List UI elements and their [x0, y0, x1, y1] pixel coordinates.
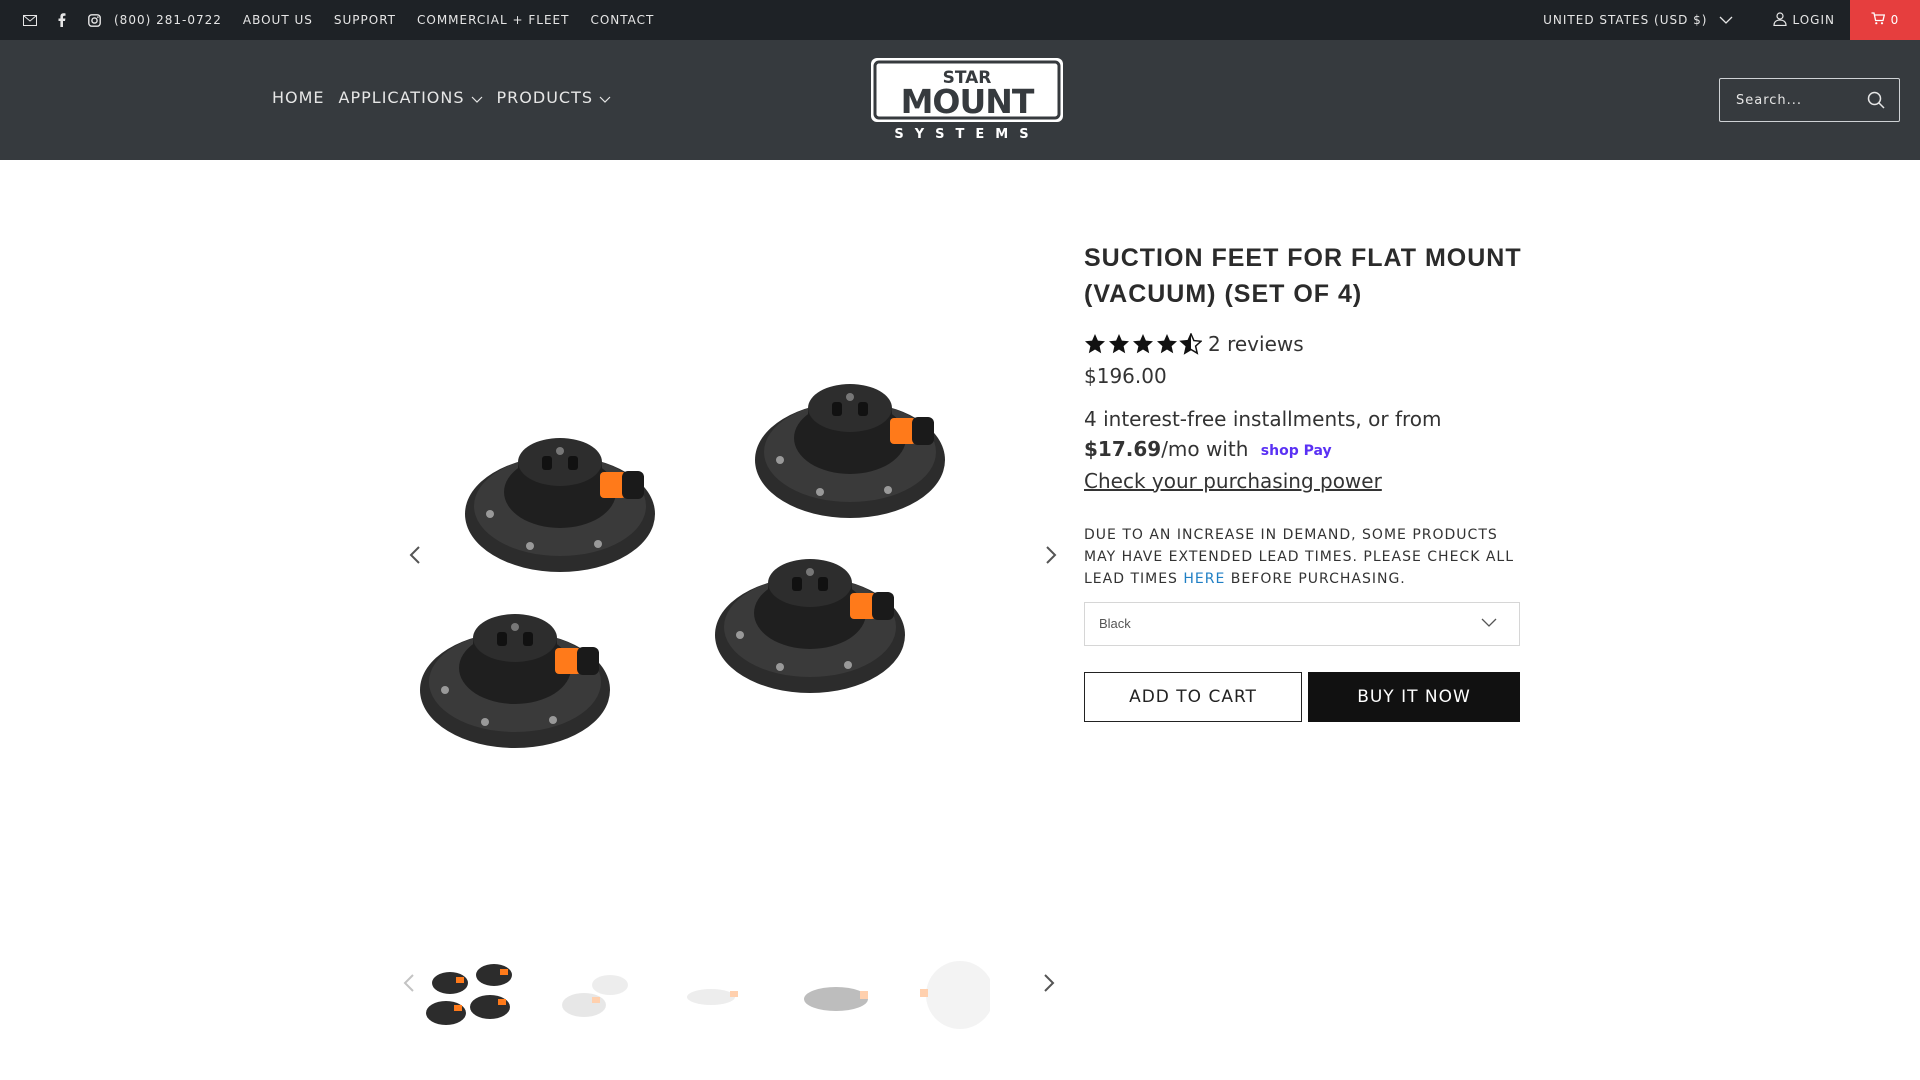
cart-button[interactable]: 0: [1850, 0, 1920, 40]
nav-item-applications[interactable]: APPLICATIONS: [339, 88, 483, 107]
lead-times-link[interactable]: HERE: [1183, 571, 1225, 587]
login-link[interactable]: LOGIN: [1773, 11, 1835, 29]
thumbnail-prev-arrow[interactable]: [394, 963, 424, 1003]
thumbnail-image[interactable]: [544, 950, 644, 1040]
instagram-icon[interactable]: [78, 13, 110, 27]
top-bar: (800) 281-0722 ABOUT US SUPPORT COMMERCI…: [0, 0, 1920, 40]
about-us-link[interactable]: ABOUT US: [243, 13, 313, 27]
product-info: SUCTION FEET FOR FLAT MOUNT (VACUUM) (SE…: [1084, 240, 1522, 722]
commercial-fleet-link[interactable]: COMMERCIAL + FLEET: [417, 13, 569, 27]
nav-item-label: HOME: [272, 88, 325, 107]
chevron-down-icon: [599, 88, 611, 107]
main-header: HOME APPLICATIONS PRODUCTS STAR MOUNT SY…: [0, 40, 1920, 160]
installments-line: 4 interest-free installments, or from: [1084, 407, 1442, 431]
thumbnail-image[interactable]: [666, 950, 766, 1040]
product-image: [420, 384, 945, 748]
variant-select[interactable]: Black: [1084, 601, 1520, 646]
main-nav: HOME APPLICATIONS PRODUCTS: [272, 88, 625, 107]
search-box[interactable]: [1719, 78, 1900, 122]
nav-item-products[interactable]: PRODUCTS: [497, 88, 612, 107]
shop-pay-logo: shop Pay: [1260, 442, 1332, 459]
support-link[interactable]: SUPPORT: [334, 13, 396, 27]
social-links: [14, 13, 110, 27]
thumbnail-image[interactable]: [422, 950, 522, 1040]
installment-per: /mo with: [1161, 437, 1249, 461]
site-logo[interactable]: STAR MOUNT SYSTEMS: [869, 56, 1065, 142]
gallery-prev-arrow[interactable]: [400, 535, 430, 575]
product-price: $196.00: [1084, 364, 1167, 388]
cart-count: 0: [1890, 13, 1900, 27]
purchasing-power-link[interactable]: Check your purchasing power: [1084, 466, 1522, 496]
currency-selector[interactable]: UNITED STATES (USD $): [1543, 13, 1733, 27]
contact-link[interactable]: CONTACT: [590, 13, 654, 27]
installments-info: 4 interest-free installments, or from $1…: [1084, 404, 1522, 496]
gallery-next-arrow[interactable]: [1036, 535, 1066, 575]
login-label: LOGIN: [1792, 13, 1835, 27]
currency-label: UNITED STATES (USD $): [1543, 13, 1708, 27]
nav-item-label: PRODUCTS: [496, 88, 594, 107]
thumbnail-image[interactable]: [910, 950, 990, 1040]
product-rating[interactable]: 2 reviews: [1084, 332, 1522, 356]
add-to-cart-button[interactable]: ADD TO CART: [1084, 671, 1302, 722]
product-title: SUCTION FEET FOR FLAT MOUNT (VACUUM) (SE…: [1084, 244, 1522, 308]
nav-item-label: APPLICATIONS: [338, 88, 465, 107]
phone-link[interactable]: (800) 281-0722: [114, 13, 222, 27]
star-rating: [1084, 333, 1202, 355]
search-icon[interactable]: [1867, 91, 1885, 113]
chevron-down-icon: [1481, 615, 1497, 630]
search-input[interactable]: [1736, 92, 1856, 108]
lead-time-notice: DUE TO AN INCREASE IN DEMAND, SOME PRODU…: [1084, 524, 1522, 590]
installment-amount: $17.69: [1084, 437, 1162, 461]
user-icon: [1773, 11, 1788, 29]
top-links: (800) 281-0722 ABOUT US SUPPORT COMMERCI…: [114, 13, 675, 27]
facebook-icon[interactable]: [46, 13, 78, 27]
thumbnail-strip: [400, 935, 1065, 1055]
nav-item-home[interactable]: HOME: [272, 88, 325, 107]
chevron-down-icon: [471, 88, 483, 107]
buy-it-now-button[interactable]: BUY IT NOW: [1308, 671, 1520, 722]
thumbnail-next-arrow[interactable]: [1034, 963, 1064, 1003]
svg-text:SYSTEMS: SYSTEMS: [894, 127, 1039, 142]
variant-value: Black: [1099, 616, 1131, 631]
review-count: 2 reviews: [1208, 332, 1304, 356]
svg-text:MOUNT: MOUNT: [901, 82, 1035, 121]
thumbnail-image[interactable]: [788, 950, 888, 1040]
chevron-down-icon: [1719, 13, 1733, 27]
mail-icon[interactable]: [14, 14, 46, 26]
cart-icon: [1871, 12, 1885, 28]
notice-text-end: BEFORE PURCHASING.: [1225, 570, 1406, 587]
product-gallery: [400, 230, 1065, 880]
